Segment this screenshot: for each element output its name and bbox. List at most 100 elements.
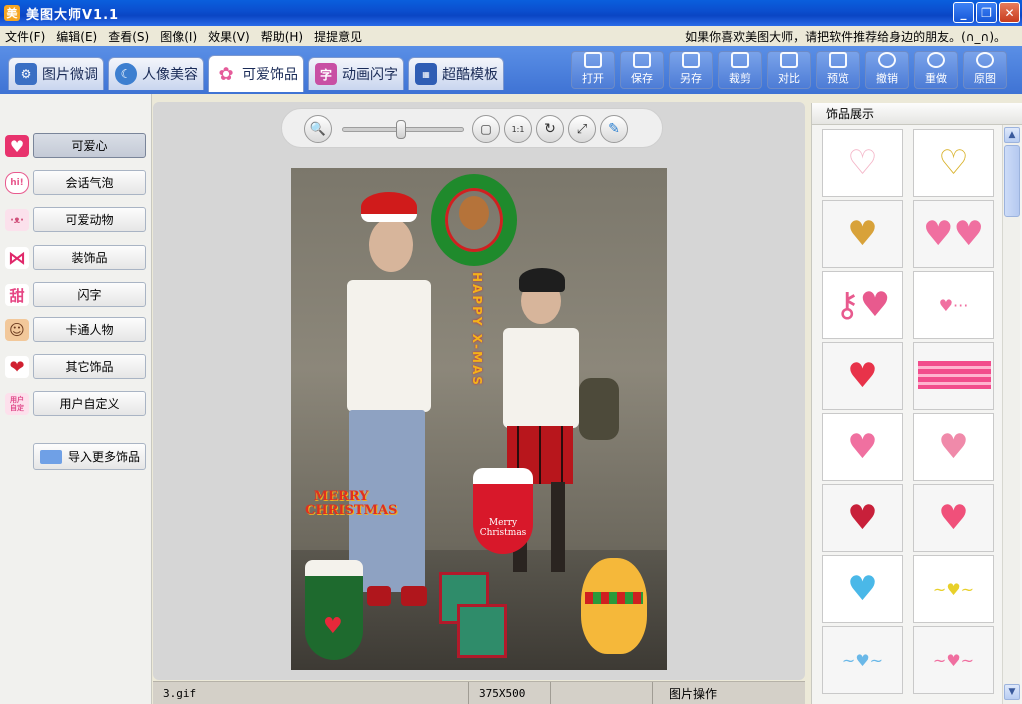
- reindeer-sticker: [459, 196, 489, 230]
- flash-text-icon: 甜: [5, 284, 29, 306]
- tab-animated-text[interactable]: 字 动画闪字: [308, 57, 404, 90]
- save-as-label: 另存: [680, 72, 702, 85]
- minimize-button[interactable]: _: [953, 2, 974, 23]
- scroll-thumb[interactable]: [1004, 145, 1020, 217]
- category-panel: ♥ 可爱心 hi! 会话气泡 ·ᴥ· 可爱动物 ⋈ 装饰品 甜 闪字 ☺ 卡通人…: [0, 94, 152, 704]
- category-button[interactable]: 可爱动物: [33, 207, 146, 232]
- portrait-icon: ☾: [115, 63, 137, 85]
- hanging-hearts-thumb[interactable]: ♥: [822, 413, 903, 481]
- tab-cool-templates[interactable]: ▦ 超酷模板: [408, 57, 504, 90]
- heart-stack-love-thumb[interactable]: ♥: [822, 484, 903, 552]
- category-flash-text[interactable]: 甜 闪字: [0, 281, 152, 309]
- heart-key-thumb[interactable]: ⚷♥: [822, 271, 903, 339]
- brush-icon[interactable]: ✎: [600, 115, 628, 143]
- tab-cute-accessories[interactable]: ✿ 可爱饰品: [208, 55, 304, 92]
- restore-button[interactable]: ❐: [976, 2, 997, 23]
- zoom-slider-thumb[interactable]: [395, 120, 406, 139]
- tab-portrait-beauty[interactable]: ☾ 人像美容: [108, 57, 204, 90]
- redo-icon: [927, 52, 945, 68]
- menu-edit[interactable]: 编辑(E): [51, 28, 103, 45]
- pink-balloon-hearts-thumb[interactable]: ♥♥: [913, 200, 994, 268]
- redo-button[interactable]: 重做: [914, 51, 958, 89]
- category-speech-bubbles[interactable]: hi! 会话气泡: [0, 169, 152, 197]
- edited-photo[interactable]: HAPPY X-MAS MERRY CHRISTMAS Merry Christ…: [291, 168, 667, 670]
- resize-icon[interactable]: ⤢: [568, 115, 596, 143]
- category-button[interactable]: 用户自定义: [33, 391, 146, 416]
- glitter-red-heart-thumb[interactable]: ♥: [822, 342, 903, 410]
- winged-pink-heart-thumb[interactable]: ~♥~: [913, 626, 994, 694]
- preview-icon: [829, 52, 847, 68]
- scroll-up-arrow[interactable]: ▲: [1004, 127, 1020, 143]
- menu-view[interactable]: 查看(S): [103, 28, 155, 45]
- preview-button[interactable]: 预览: [816, 51, 860, 89]
- zoom-toolbar: 🔍 ▢ 1:1 ↻ ⤢ ✎: [281, 108, 663, 148]
- preview-label: 预览: [827, 72, 849, 85]
- menu-file[interactable]: 文件(F): [0, 28, 51, 45]
- heart-line-thumb[interactable]: ♥···: [913, 271, 994, 339]
- category-ornaments[interactable]: ⋈ 装饰品: [0, 244, 152, 272]
- actual-size-icon[interactable]: 1:1: [504, 115, 532, 143]
- photo-person-man: [331, 192, 441, 608]
- category-button[interactable]: 可爱心: [33, 133, 146, 158]
- menu-image[interactable]: 图像(I): [155, 28, 203, 45]
- winnie-bear-sticker: [581, 558, 647, 654]
- import-more-button[interactable]: 导入更多饰品: [33, 443, 146, 470]
- category-user-defined[interactable]: 用户自定 用户自定义: [0, 390, 152, 418]
- small-gold-heart-thumb[interactable]: ♥: [822, 200, 903, 268]
- showcase-scrollbar[interactable]: ▲ ▼: [1002, 125, 1020, 704]
- thumbnail-image: ♥: [847, 427, 878, 467]
- category-button[interactable]: 会话气泡: [33, 170, 146, 195]
- tab-label: 图片微调: [42, 67, 98, 83]
- status-bar: 3.gif 375X500 图片操作: [153, 681, 805, 704]
- tab-toolbar-band: ⚙ 图片微调 ☾ 人像美容 ✿ 可爱饰品 字 动画闪字 ▦ 超酷模板 打开 保存…: [0, 46, 1022, 94]
- winged-blue-heart-thumb[interactable]: ~♥~: [822, 626, 903, 694]
- original-image-button[interactable]: 原图: [963, 51, 1007, 89]
- open-label: 打开: [582, 72, 604, 85]
- save-icon: [633, 52, 651, 68]
- crop-button[interactable]: 裁剪: [718, 51, 762, 89]
- save-as-button[interactable]: 另存: [669, 51, 713, 89]
- man-shoe: [401, 586, 427, 606]
- category-other-accessories[interactable]: ❤ 其它饰品: [0, 353, 152, 381]
- tab-image-adjust[interactable]: ⚙ 图片微调: [8, 57, 104, 90]
- original-icon: [976, 52, 994, 68]
- import-label: 导入更多饰品: [68, 450, 141, 464]
- category-cute-hearts[interactable]: ♥ 可爱心: [0, 132, 152, 160]
- beanie-hat: [519, 268, 565, 292]
- zoom-magnifier-icon[interactable]: 🔍: [304, 115, 332, 143]
- tab-label: 动画闪字: [342, 67, 398, 83]
- winged-yellow-heart-thumb[interactable]: ~♥~: [913, 555, 994, 623]
- flower-icon: ✿: [215, 63, 237, 85]
- fit-window-icon[interactable]: ▢: [472, 115, 500, 143]
- menu-feedback[interactable]: 提提意见: [309, 28, 368, 45]
- santa-stocking-sticker: [473, 468, 533, 554]
- stocking-heart: ♥: [323, 614, 343, 639]
- compare-button[interactable]: 对比: [767, 51, 811, 89]
- menu-help[interactable]: 帮助(H): [256, 28, 309, 45]
- heart-column-thumb[interactable]: ♥: [913, 484, 994, 552]
- category-button[interactable]: 其它饰品: [33, 354, 146, 379]
- tiny-blue-heart-thumb[interactable]: ♥: [822, 555, 903, 623]
- rotate-icon[interactable]: ↻: [536, 115, 564, 143]
- pink-stripe-bar-thumb[interactable]: [913, 342, 994, 410]
- adjust-icon: ⚙: [15, 63, 37, 85]
- recommend-tip: 如果你喜欢美图大师，请把软件推荐给身边的朋友。(∩_∩)。: [685, 30, 1006, 44]
- category-button[interactable]: 卡通人物: [33, 317, 146, 342]
- dangling-heart-thumb[interactable]: ♥: [913, 413, 994, 481]
- bow-icon: ⋈: [5, 247, 29, 269]
- category-cute-animals[interactable]: ·ᴥ· 可爱动物: [0, 206, 152, 234]
- category-cartoon-characters[interactable]: ☺ 卡通人物: [0, 316, 152, 344]
- category-button[interactable]: 闪字: [33, 282, 146, 307]
- gold-glitter-heart-thumb[interactable]: ♡: [913, 129, 994, 197]
- scroll-down-arrow[interactable]: ▼: [1004, 684, 1020, 700]
- close-button[interactable]: ✕: [999, 2, 1020, 23]
- category-button[interactable]: 装饰品: [33, 245, 146, 270]
- menu-effects[interactable]: 效果(V): [203, 28, 256, 45]
- undo-button[interactable]: 撤销: [865, 51, 909, 89]
- open-folder-icon: [584, 52, 602, 68]
- pink-heart-lace-thumb[interactable]: ♡: [822, 129, 903, 197]
- thumbnail-image: ♥···: [938, 295, 969, 315]
- undo-icon: [878, 52, 896, 68]
- save-button[interactable]: 保存: [620, 51, 664, 89]
- open-button[interactable]: 打开: [571, 51, 615, 89]
